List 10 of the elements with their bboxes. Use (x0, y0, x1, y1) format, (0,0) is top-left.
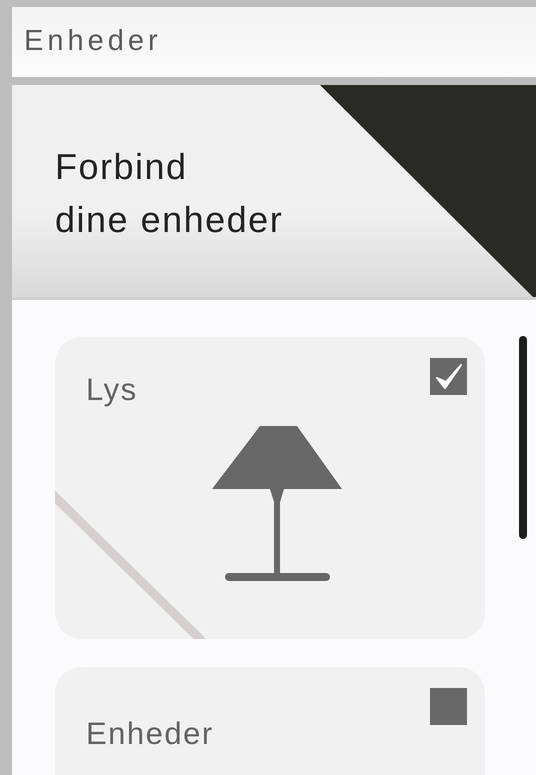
banner-title: Forbind dine enheder (55, 145, 284, 242)
device-card[interactable]: Enheder (55, 667, 485, 775)
scrollbar[interactable] (519, 336, 527, 539)
checkbox[interactable] (430, 688, 467, 725)
page-title: Enheder (24, 24, 162, 60)
device-card[interactable]: Lys (55, 337, 485, 639)
device-name: Lys (86, 371, 138, 409)
device-name: Enheder (86, 715, 214, 753)
checkbox[interactable] (430, 358, 467, 395)
lamp-icon (212, 426, 342, 584)
